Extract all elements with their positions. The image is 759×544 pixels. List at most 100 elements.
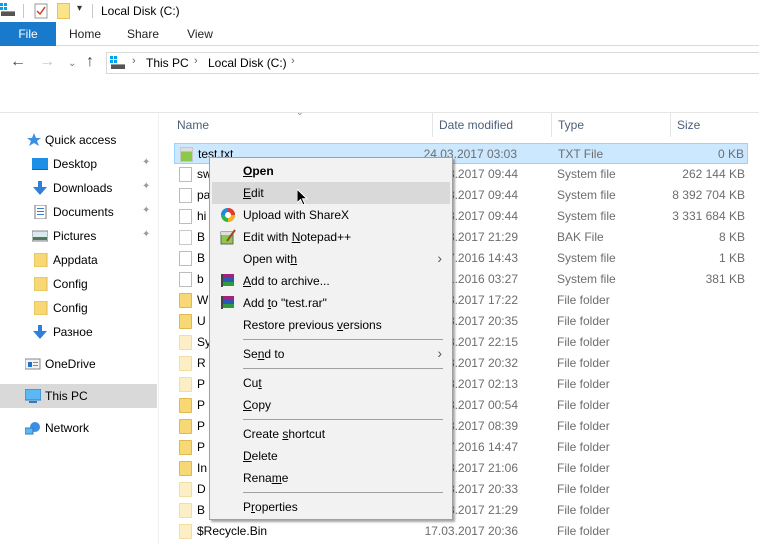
column-header-type[interactable]: Type xyxy=(552,113,671,137)
file-size: 381 KB xyxy=(705,272,745,286)
file-type: File folder xyxy=(557,524,610,538)
file-type: File folder xyxy=(557,335,610,349)
menu-item-send-to[interactable]: Send to › xyxy=(212,343,450,365)
menu-item-cut[interactable]: Cut xyxy=(212,372,450,394)
column-header-name[interactable]: Name xyxy=(171,113,433,137)
breadcrumb-local-disk[interactable]: Local Disk (C:) xyxy=(208,56,287,70)
sidebar-item-label: Documents xyxy=(53,205,114,219)
menu-item-label: Restore previous versions xyxy=(243,318,382,332)
sidebar-item-label: Pictures xyxy=(53,229,97,243)
file-size: 8 KB xyxy=(718,230,745,244)
new-folder-icon[interactable] xyxy=(57,3,70,19)
sidebar-item-quick-access[interactable]: Quick access xyxy=(0,128,157,152)
menu-item-properties[interactable]: Properties xyxy=(212,496,450,518)
pin-icon[interactable]: ✦ xyxy=(142,229,150,240)
menu-item-copy[interactable]: Copy xyxy=(212,394,450,416)
menu-item-open[interactable]: Open xyxy=(212,160,450,182)
pictures-icon xyxy=(32,230,48,242)
sidebar-item-this-pc[interactable]: This PC xyxy=(0,384,157,408)
sidebar-item-pictures[interactable]: Pictures ✦ xyxy=(0,224,157,248)
pin-icon[interactable]: ✦ xyxy=(142,205,150,216)
drive-icon[interactable] xyxy=(0,3,16,17)
file-row[interactable]: $Recycle.Bin 17.03.2017 20:36 File folder xyxy=(174,521,748,542)
customize-toolbar-dropdown[interactable]: ▾ xyxy=(77,3,82,14)
pin-icon[interactable]: ✦ xyxy=(142,181,150,192)
system-file-icon xyxy=(179,272,192,287)
breadcrumb-this-pc[interactable]: This PC xyxy=(146,56,189,70)
file-name: B xyxy=(197,251,206,265)
title-separator xyxy=(92,4,93,18)
hidden-folder-icon xyxy=(179,356,192,371)
sidebar-item-downloads[interactable]: Downloads ✦ xyxy=(0,176,157,200)
menu-item-add-to-test-rar[interactable]: Add to "test.rar" xyxy=(212,292,450,314)
menu-item-edit-notepadpp[interactable]: Edit with Notepad++ xyxy=(212,226,450,248)
sidebar-item-documents[interactable]: Documents ✦ xyxy=(0,200,157,224)
file-type: BAK File xyxy=(557,230,604,244)
column-header-size[interactable]: Size xyxy=(671,113,750,137)
context-menu: Open Edit Upload with ShareX Edit with N… xyxy=(209,157,453,520)
file-date-modified: 11.2016 03:27 xyxy=(442,272,518,286)
recent-locations-button[interactable]: ⌄ xyxy=(68,56,76,72)
notepadpp-icon xyxy=(220,229,236,245)
submenu-arrow-icon: › xyxy=(437,250,442,266)
mouse-cursor-icon xyxy=(297,189,309,206)
menu-item-open-with[interactable]: Open with › xyxy=(212,248,450,270)
folder-icon xyxy=(34,301,48,315)
sidebar-item-label: This PC xyxy=(45,389,88,403)
menu-item-upload-sharex[interactable]: Upload with ShareX xyxy=(212,204,450,226)
properties-check-icon[interactable] xyxy=(34,3,48,19)
menu-item-add-to-archive[interactable]: Add to archive... xyxy=(212,270,450,292)
sharex-icon xyxy=(221,208,235,222)
file-name: In xyxy=(197,461,208,475)
system-file-icon xyxy=(179,188,192,203)
tab-share[interactable]: Share xyxy=(118,22,168,46)
navigation-bar: ← → ⌄ ↑ › This PC › Local Disk (C:) › xyxy=(0,46,759,80)
sidebar-item-network[interactable]: Network xyxy=(0,416,157,440)
breadcrumb-separator[interactable]: › xyxy=(291,55,295,67)
sidebar-item-desktop[interactable]: Desktop ✦ xyxy=(0,152,157,176)
sidebar-item-appdata[interactable]: Appdata xyxy=(0,248,157,272)
breadcrumb-separator[interactable]: › xyxy=(194,55,198,67)
file-name: D xyxy=(197,482,206,496)
up-button[interactable]: ↑ xyxy=(86,54,94,70)
back-button[interactable]: ← xyxy=(10,54,26,70)
file-type: File folder xyxy=(557,293,610,307)
menu-item-restore-previous-versions[interactable]: Restore previous versions xyxy=(212,314,450,336)
menu-item-edit[interactable]: Edit xyxy=(212,182,450,204)
tab-view[interactable]: View xyxy=(175,22,225,46)
sidebar-item-raznoe[interactable]: Разное xyxy=(0,320,157,344)
file-name: P xyxy=(197,398,206,412)
file-name: b xyxy=(197,272,204,286)
sidebar-item-config[interactable]: Config xyxy=(0,272,157,296)
system-file-icon xyxy=(179,167,192,182)
address-bar[interactable]: › This PC › Local Disk (C:) › xyxy=(106,52,759,74)
file-type: File folder xyxy=(557,398,610,412)
menu-item-create-shortcut[interactable]: Create shortcut xyxy=(212,423,450,445)
folder-icon xyxy=(179,314,192,329)
hidden-folder-icon xyxy=(179,524,192,539)
pin-icon[interactable]: ✦ xyxy=(142,157,150,168)
menu-item-label: Properties xyxy=(243,500,298,514)
file-name: P xyxy=(197,419,206,433)
file-name: B xyxy=(197,230,206,244)
sidebar-item-config-2[interactable]: Config xyxy=(0,296,157,320)
menu-separator xyxy=(243,419,443,420)
tab-home[interactable]: Home xyxy=(60,22,110,46)
window-title: Local Disk (C:) xyxy=(101,4,180,18)
menu-item-rename[interactable]: Rename xyxy=(212,467,450,489)
folder-icon xyxy=(34,253,48,267)
sidebar-item-onedrive[interactable]: OneDrive xyxy=(0,352,157,376)
tab-file[interactable]: File xyxy=(0,22,56,46)
forward-button[interactable]: → xyxy=(39,54,55,70)
computer-icon xyxy=(25,389,41,403)
menu-item-delete[interactable]: Delete xyxy=(212,445,450,467)
file-type: System file xyxy=(557,272,616,286)
sidebar-item-label: Quick access xyxy=(45,133,117,147)
sidebar-item-label: Desktop xyxy=(53,157,98,171)
breadcrumb-separator[interactable]: › xyxy=(132,55,136,67)
column-header-date[interactable]: Date modified xyxy=(433,113,552,137)
title-bar: ▾ Local Disk (C:) xyxy=(0,0,759,22)
menu-item-label: Copy xyxy=(243,398,272,412)
folder-icon xyxy=(179,293,192,308)
file-name: R xyxy=(197,356,206,370)
